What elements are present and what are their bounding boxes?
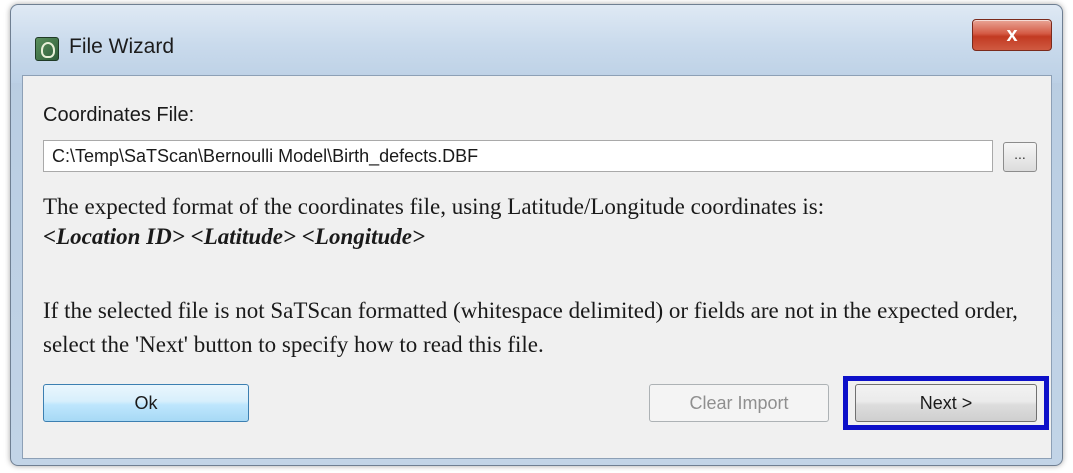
clear-import-button[interactable]: Clear Import [649,384,829,422]
file-wizard-dialog: File Wizard x Coordinates File: C:\Temp\… [10,4,1063,466]
coordinates-file-input[interactable]: C:\Temp\SaTScan\Bernoulli Model\Birth_de… [43,140,993,172]
satscan-app-icon [35,37,59,61]
ok-button[interactable]: Ok [43,384,249,422]
next-button[interactable]: Next > [855,384,1037,422]
window-title: File Wizard [69,35,175,58]
title-bar[interactable]: File Wizard x [11,5,1062,83]
coordinates-file-label: Coordinates File: [43,104,195,126]
format-description: The expected format of the coordinates f… [43,194,825,219]
format-note: If the selected file is not SaTScan form… [43,298,1018,357]
format-spec: <Location ID> <Latitude> <Longitude> [43,224,426,249]
dialog-content: Coordinates File: C:\Temp\SaTScan\Bernou… [22,75,1052,459]
browse-button[interactable]: ... [1003,142,1037,172]
close-button[interactable]: x [972,19,1052,51]
